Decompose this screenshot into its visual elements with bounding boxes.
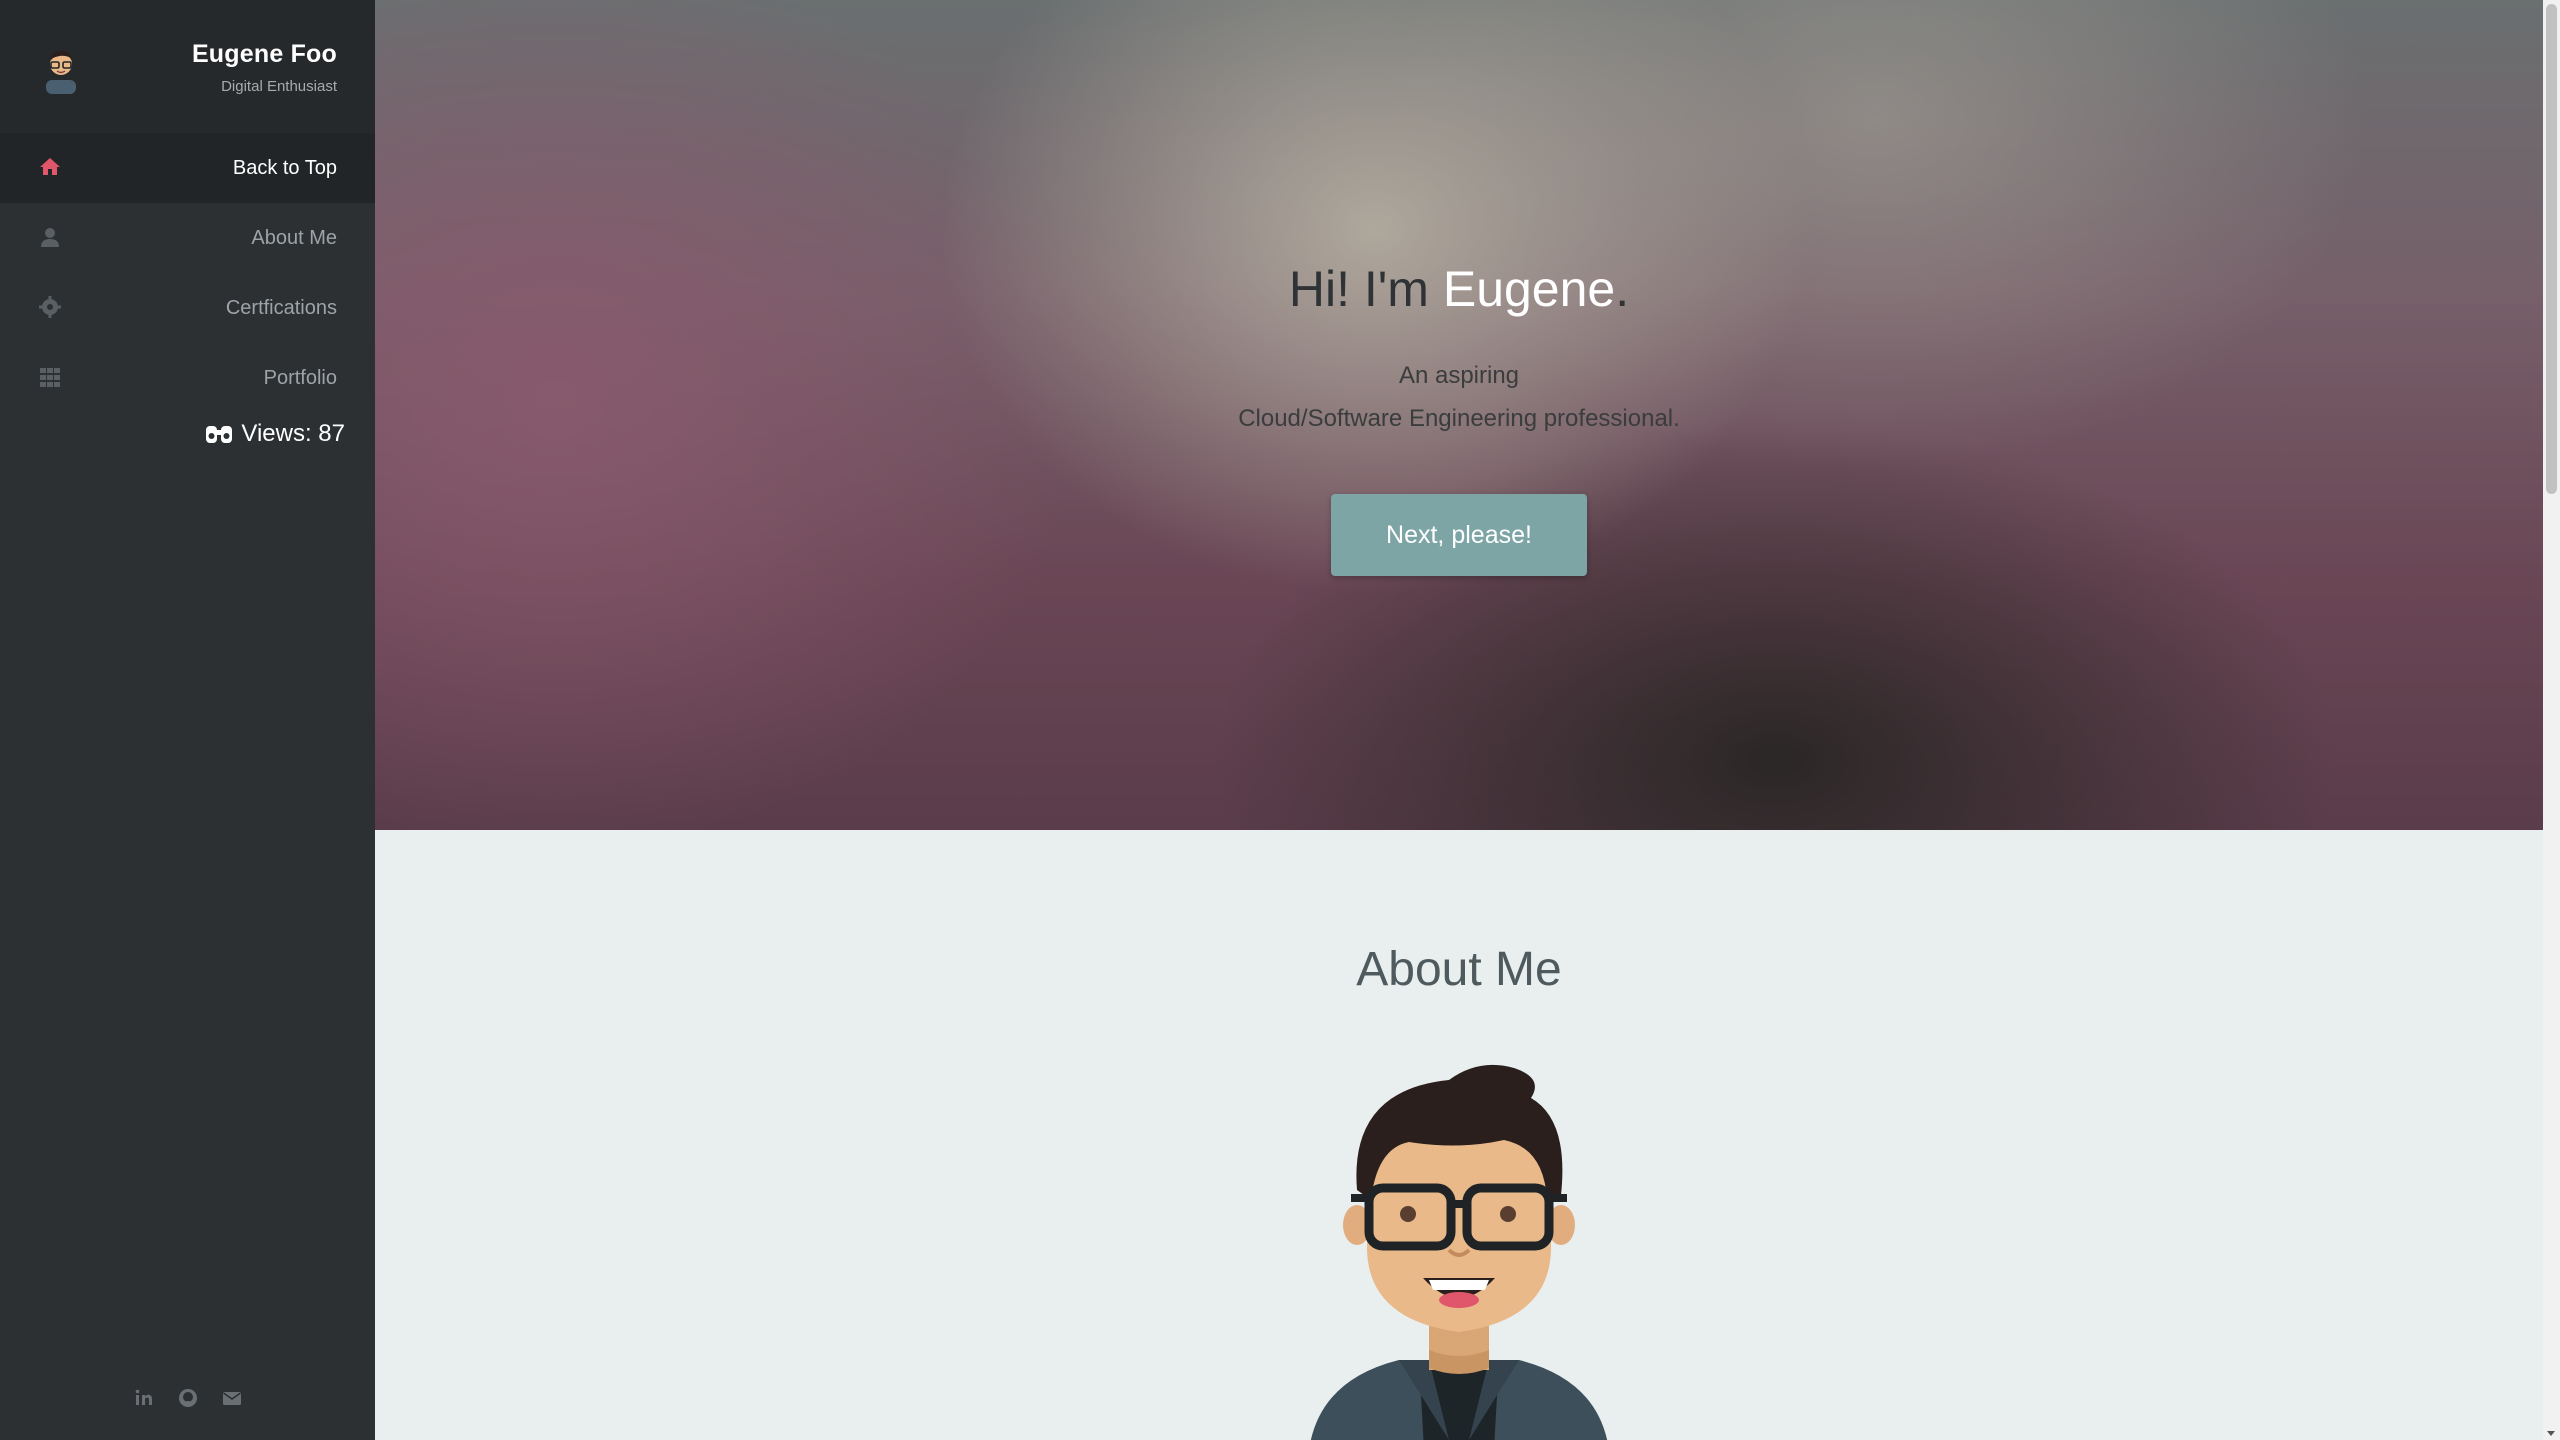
hero-title-prefix: Hi! I'm bbox=[1288, 261, 1443, 317]
nav-item-back-to-top[interactable]: Back to Top bbox=[0, 133, 375, 203]
avatar-icon[interactable] bbox=[38, 44, 84, 94]
grid-icon bbox=[40, 368, 60, 387]
sidebar-nav: Back to Top About Me Certfications Portf… bbox=[0, 133, 375, 413]
site-tagline: Digital Enthusiast bbox=[221, 78, 337, 95]
main-content: Hi! I'm Eugene. An aspiring Cloud/Softwa… bbox=[375, 0, 2543, 1440]
scrollbar-thumb[interactable] bbox=[2546, 4, 2557, 494]
avatar-illustration bbox=[1310, 1064, 1608, 1440]
cog-icon bbox=[39, 296, 61, 318]
nav-item-portfolio[interactable]: Portfolio bbox=[0, 343, 375, 413]
binoculars-icon bbox=[206, 426, 233, 443]
view-counter: Views: 87 bbox=[205, 420, 345, 448]
nav-item-about-me[interactable]: About Me bbox=[0, 203, 375, 273]
home-icon bbox=[40, 158, 60, 175]
social-links bbox=[132, 1386, 244, 1410]
view-count-label: Views: 87 bbox=[241, 420, 345, 447]
about-heading: About Me bbox=[1356, 943, 1562, 996]
hero-section: Hi! I'm Eugene. An aspiring Cloud/Softwa… bbox=[375, 0, 2543, 830]
scroll-down-arrow-icon[interactable] bbox=[2547, 1431, 2555, 1436]
hero-subtitle-line-1: An aspiring bbox=[1398, 362, 1520, 389]
nav-item-certifications[interactable]: Certfications bbox=[0, 273, 375, 343]
hero-title: Hi! I'm Eugene. bbox=[375, 260, 2543, 318]
page-scrollbar[interactable] bbox=[2543, 0, 2560, 1440]
envelope-icon[interactable] bbox=[220, 1386, 244, 1410]
hero-title-name: Eugene bbox=[1442, 261, 1616, 317]
site-owner-name[interactable]: Eugene Foo bbox=[192, 40, 337, 69]
user-icon bbox=[41, 228, 59, 247]
sidebar-header: Eugene Foo Digital Enthusiast bbox=[0, 0, 375, 133]
nav-item-label: Portfolio bbox=[263, 367, 337, 389]
sidebar: Eugene Foo Digital Enthusiast Back to To… bbox=[0, 0, 375, 1440]
hero-title-suffix: . bbox=[1615, 261, 1630, 317]
nav-item-label: Back to Top bbox=[232, 157, 337, 179]
hero-subtitle-line-2: Cloud/Software Engineering professional. bbox=[1238, 405, 1680, 432]
nav-item-label: Certfications bbox=[225, 297, 337, 319]
linkedin-icon[interactable] bbox=[132, 1386, 156, 1410]
about-section: About Me bbox=[375, 830, 2543, 1440]
next-please-button[interactable]: Next, please! bbox=[1331, 494, 1587, 576]
github-icon[interactable] bbox=[176, 1386, 200, 1410]
nav-item-label: About Me bbox=[251, 227, 337, 249]
